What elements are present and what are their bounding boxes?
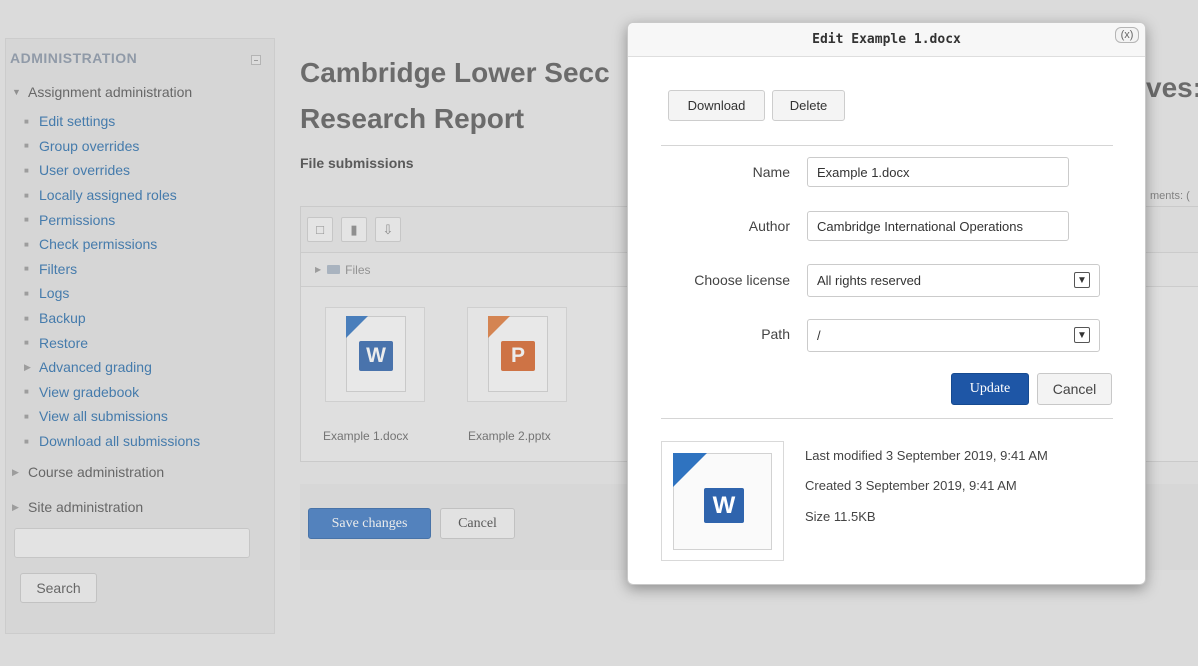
close-icon[interactable]: (x) [1115, 27, 1139, 43]
delete-button[interactable]: Delete [772, 90, 845, 121]
edit-file-dialog: Edit Example 1.docx (x) Download Delete … [627, 22, 1146, 585]
chevron-down-icon: ▼ [1074, 272, 1090, 288]
path-selected-value: / [817, 328, 821, 343]
update-button[interactable]: Update [951, 373, 1029, 405]
divider [661, 145, 1113, 146]
name-label: Name [752, 164, 790, 180]
name-field[interactable]: Example 1.docx [807, 157, 1069, 187]
author-label: Author [748, 218, 790, 234]
page: ADMINISTRATION ▼ Assignment administrati… [0, 0, 1198, 666]
created-text: Created 3 September 2019, 9:41 AM [805, 478, 1017, 493]
license-select[interactable]: All rights reserved ▼ [807, 264, 1100, 297]
divider [661, 418, 1113, 419]
last-modified-text: Last modified 3 September 2019, 9:41 AM [805, 448, 1048, 463]
download-button[interactable]: Download [668, 90, 765, 121]
file-preview: W [661, 441, 784, 561]
license-label: Choose license [694, 272, 790, 288]
size-text: Size 11.5KB [805, 509, 876, 524]
path-select[interactable]: / ▼ [807, 319, 1100, 352]
path-label: Path [761, 326, 790, 342]
author-field[interactable]: Cambridge International Operations [807, 211, 1069, 241]
chevron-down-icon: ▼ [1074, 327, 1090, 343]
dialog-title: Edit Example 1.docx [812, 32, 961, 47]
dialog-cancel-button[interactable]: Cancel [1037, 373, 1112, 405]
dialog-header: Edit Example 1.docx (x) [628, 23, 1145, 57]
license-selected-value: All rights reserved [817, 273, 922, 288]
word-letter: W [704, 488, 744, 523]
word-file-icon: W [673, 453, 772, 550]
